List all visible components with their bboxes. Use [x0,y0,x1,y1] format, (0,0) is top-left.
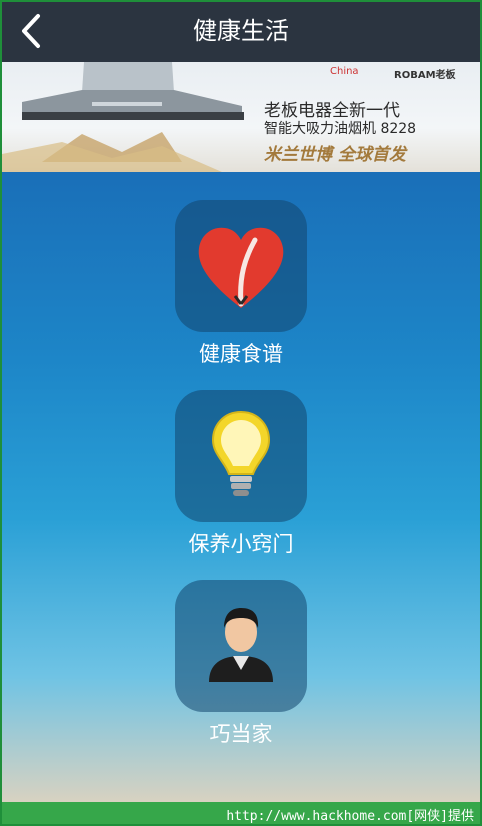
window-border [0,0,482,826]
